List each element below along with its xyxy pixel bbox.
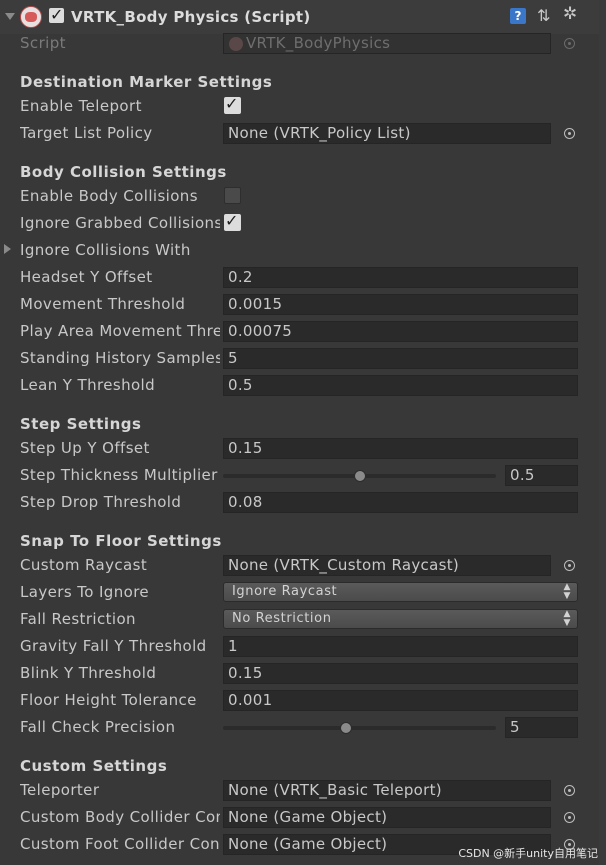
custom-body-collider-label: Custom Body Collider Container	[20, 808, 220, 826]
blink-y-threshold-field[interactable]: 0.15	[223, 663, 578, 684]
fall-check-precision-slider-track[interactable]	[223, 726, 496, 730]
blink-y-threshold-label: Blink Y Threshold	[20, 664, 157, 682]
headset-y-offset-field[interactable]: 0.2	[223, 267, 578, 288]
layers-to-ignore-value: Ignore Raycast	[232, 584, 338, 599]
gravity-fall-y-threshold-label: Gravity Fall Y Threshold	[20, 637, 207, 655]
lean-y-threshold-field[interactable]: 0.5	[223, 375, 578, 396]
dropdown-arrow-icon: ▲ ▼	[563, 582, 571, 601]
ignore-grabbed-collisions-checkbox[interactable]	[224, 211, 241, 231]
section-body-collision: Body Collision Settings	[20, 163, 227, 181]
custom-raycast-picker-icon[interactable]	[564, 560, 575, 571]
teleporter-field[interactable]: None (VRTK_Basic Teleport)	[223, 780, 551, 801]
standing-history-samples-field[interactable]: 5	[223, 348, 578, 369]
lean-y-threshold-label: Lean Y Threshold	[20, 376, 156, 394]
custom-body-collider-picker-icon[interactable]	[564, 812, 575, 823]
fall-restriction-dropdown[interactable]: No Restriction ▲ ▼	[223, 609, 578, 629]
play-area-movement-threshold-field[interactable]: 0.00075	[223, 321, 578, 342]
target-list-policy-label: Target List Policy	[20, 124, 153, 142]
component-title: VRTK_Body Physics (Script)	[71, 8, 311, 26]
custom-raycast-field[interactable]: None (VRTK_Custom Raycast)	[223, 555, 551, 576]
step-thickness-value-field[interactable]: 0.5	[505, 465, 578, 486]
component-enabled-checkbox[interactable]	[49, 5, 64, 24]
teleporter-label: Teleporter	[20, 781, 100, 799]
dropdown-arrow-icon: ▲ ▼	[563, 609, 571, 628]
headset-y-offset-label: Headset Y Offset	[20, 268, 153, 286]
fall-check-precision-slider-thumb[interactable]	[339, 722, 352, 734]
floor-height-tolerance-field[interactable]: 0.001	[223, 690, 578, 711]
ignore-collisions-with-label[interactable]: Ignore Collisions With	[20, 239, 220, 261]
section-destination: Destination Marker Settings	[20, 73, 273, 91]
fold-arrow-icon[interactable]	[5, 13, 15, 20]
step-up-y-offset-field[interactable]: 0.15	[223, 438, 578, 459]
script-label: Script	[20, 34, 66, 52]
component-icon	[20, 6, 42, 28]
layers-to-ignore-label: Layers To Ignore	[20, 583, 150, 601]
section-snap-to-floor: Snap To Floor Settings	[20, 532, 222, 550]
custom-body-collider-field[interactable]: None (Game Object)	[223, 807, 551, 828]
step-thickness-slider-thumb[interactable]	[353, 470, 366, 482]
gravity-fall-y-threshold-field[interactable]: 1	[223, 636, 578, 657]
enable-teleport-checkbox[interactable]	[224, 94, 241, 114]
preset-icon[interactable]: ⇅	[537, 6, 550, 25]
step-drop-threshold-field[interactable]: 0.08	[223, 492, 578, 513]
ignore-collisions-with-fold-icon[interactable]	[4, 244, 11, 254]
custom-foot-collider-label: Custom Foot Collider Container	[20, 835, 220, 853]
movement-threshold-field[interactable]: 0.0015	[223, 294, 578, 315]
custom-raycast-label: Custom Raycast	[20, 556, 148, 574]
play-area-movement-threshold-label: Play Area Movement Threshold	[20, 322, 220, 340]
enable-body-collisions-label: Enable Body Collisions	[20, 187, 198, 205]
floor-height-tolerance-label: Floor Height Tolerance	[20, 691, 197, 709]
component-header: VRTK_Body Physics (Script) ? ⇅ ✲	[0, 0, 606, 34]
inspector-scrollbar[interactable]	[599, 0, 606, 865]
target-list-policy-field[interactable]: None (VRTK_Policy List)	[223, 123, 551, 144]
section-custom: Custom Settings	[20, 757, 168, 775]
enable-teleport-label: Enable Teleport	[20, 97, 142, 115]
standing-history-samples-label: Standing History Samples	[20, 349, 220, 367]
help-icon[interactable]: ?	[510, 8, 526, 24]
script-picker-icon	[564, 38, 575, 49]
gear-icon[interactable]: ✲	[563, 4, 577, 24]
target-list-picker-icon[interactable]	[564, 128, 575, 139]
enable-body-collisions-checkbox[interactable]	[224, 187, 241, 204]
step-up-y-offset-label: Step Up Y Offset	[20, 439, 150, 457]
fall-restriction-value: No Restriction	[232, 611, 332, 626]
fall-restriction-label: Fall Restriction	[20, 610, 136, 628]
movement-threshold-label: Movement Threshold	[20, 295, 186, 313]
step-thickness-multiplier-label: Step Thickness Multiplier	[20, 466, 218, 484]
script-value: VRTK_BodyPhysics	[246, 34, 391, 52]
fall-check-precision-label: Fall Check Precision	[20, 718, 176, 736]
step-drop-threshold-label: Step Drop Threshold	[20, 493, 182, 511]
watermark: CSDN @新手unity自用笔记	[458, 847, 598, 860]
section-step: Step Settings	[20, 415, 142, 433]
script-field: VRTK_BodyPhysics	[223, 33, 551, 54]
script-icon	[229, 37, 243, 51]
teleporter-picker-icon[interactable]	[564, 785, 575, 796]
ignore-grabbed-collisions-label: Ignore Grabbed Collisions	[20, 214, 220, 232]
fall-check-precision-value-field[interactable]: 5	[505, 717, 578, 738]
layers-to-ignore-dropdown[interactable]: Ignore Raycast ▲ ▼	[223, 582, 578, 602]
